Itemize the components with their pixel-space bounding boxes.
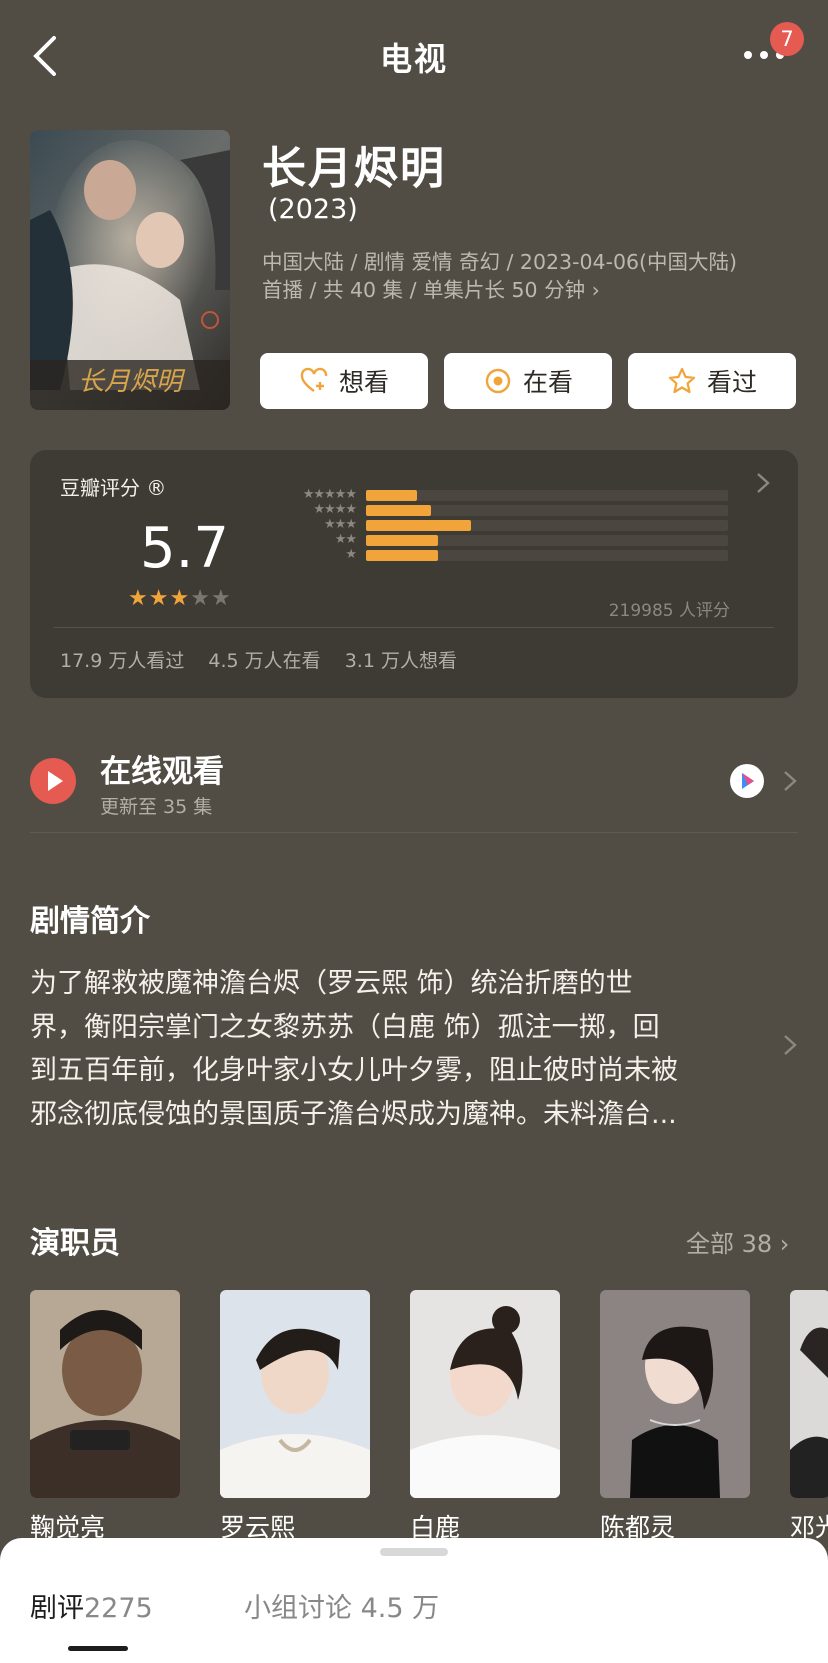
rating-dist-bar	[366, 505, 432, 516]
cast-photo[interactable]	[410, 1290, 560, 1498]
rating-star-icon: ★	[210, 586, 232, 611]
watched-label: 看过	[706, 368, 757, 397]
chevron-right-icon[interactable]	[782, 768, 798, 794]
cast-photo[interactable]	[30, 1290, 180, 1498]
rating-stars: ★★★★★	[128, 586, 232, 611]
rating-dist-track	[366, 535, 728, 546]
divider	[30, 832, 798, 833]
youku-logo-icon[interactable]	[730, 764, 764, 798]
bottom-sheet[interactable]: 剧评2275 小组讨论 4.5 万	[0, 1538, 828, 1663]
tab-reviews[interactable]: 剧评2275	[30, 1586, 153, 1625]
rating-dist-track	[366, 550, 728, 561]
rating-total: 219985 人评分	[608, 601, 730, 621]
rating-dist-stars: ★★	[334, 532, 357, 547]
rating-dist-row: ★	[258, 547, 728, 562]
rating-dist-row: ★★	[258, 532, 728, 547]
rating-dist-row: ★★★★	[258, 502, 728, 517]
watching-count[interactable]: 4.5 万人在看	[208, 650, 320, 672]
chevron-right-icon[interactable]	[782, 1032, 798, 1058]
watch-online-subtitle: 更新至 35 集	[100, 796, 213, 818]
meta-line-1: 中国大陆 / 剧情 爱情 奇幻 / 2023-04-06(中国大陆)	[262, 250, 738, 274]
cast-photo[interactable]	[790, 1290, 828, 1498]
movie-year: (2023)	[268, 194, 358, 225]
rating-dist-row: ★★★	[258, 517, 728, 532]
rating-star-icon: ★	[128, 586, 149, 611]
movie-meta[interactable]: 中国大陆 / 剧情 爱情 奇幻 / 2023-04-06(中国大陆) 首播 / …	[262, 248, 802, 304]
rating-dist-track	[366, 520, 728, 531]
target-icon	[485, 368, 511, 394]
cast-photo[interactable]	[220, 1290, 370, 1498]
rating-label: 豆瓣评分 ®	[60, 476, 167, 500]
rating-star-icon: ★	[148, 586, 170, 611]
audience-counts: 17.9 万人看过 4.5 万人在看 3.1 万人想看	[60, 646, 475, 673]
rating-dist-stars: ★	[345, 547, 357, 562]
watching-label: 在看	[522, 368, 573, 397]
rating-dist-track	[366, 505, 728, 516]
watch-online-title[interactable]: 在线观看	[100, 746, 224, 791]
chevron-right-icon: ›	[591, 278, 600, 302]
poster-image[interactable]: 长月烬明	[30, 130, 230, 410]
watched-button[interactable]: 看过	[628, 353, 796, 409]
chevron-right-icon	[757, 473, 770, 493]
rating-dist-bar	[366, 535, 439, 546]
want-button[interactable]: 想看	[260, 353, 428, 409]
synopsis-text[interactable]: 为了解救被魔神澹台烬（罗云熙 饰）统治折磨的世 界，衡阳宗掌门之女黎苏苏（白鹿 …	[30, 962, 770, 1136]
watching-button[interactable]: 在看	[444, 353, 612, 409]
heart-plus-icon	[300, 367, 328, 392]
want-label: 想看	[338, 368, 389, 397]
rating-star-icon: ★	[169, 586, 191, 611]
tab-indicator	[68, 1646, 128, 1651]
cast-all-link[interactable]: 全部 38 ›	[686, 1224, 789, 1259]
star-icon	[668, 367, 696, 394]
movie-title: 长月烬明	[262, 143, 446, 194]
rating-dist-stars: ★★★	[324, 517, 357, 532]
watched-count[interactable]: 17.9 万人看过	[60, 650, 184, 672]
rating-dist-bar	[366, 490, 417, 501]
rating-dist-stars: ★★★★★	[302, 487, 357, 502]
rating-dist-row: ★★★★★	[258, 487, 728, 502]
rating-star-icon: ★	[190, 586, 211, 611]
cast-title: 演职员	[30, 1226, 120, 1261]
page-title: 电视	[379, 40, 448, 78]
rating-dist-stars: ★★★★	[313, 502, 357, 517]
rating-score: 5.7	[140, 516, 230, 581]
poster-title: 长月烬明	[78, 367, 186, 397]
notification-badge: 7	[770, 22, 804, 56]
divider	[54, 627, 774, 628]
rating-card[interactable]: 豆瓣评分 ® 5.7 ★★★★★ ★★★★★ ★★★★ ★★★ ★★ ★ 219985 …	[30, 450, 798, 698]
drag-handle[interactable]	[380, 1548, 448, 1556]
meta-line-2: 首播 / 共 40 集 / 单集片长 50 分钟 ›	[262, 278, 600, 302]
rating-dist-bar	[366, 520, 471, 531]
want-count[interactable]: 3.1 万人想看	[345, 650, 457, 672]
synopsis-title: 剧情简介	[30, 904, 150, 939]
tab-group-discussion[interactable]: 小组讨论 4.5 万	[244, 1586, 439, 1625]
cast-photo[interactable]	[600, 1290, 750, 1498]
play-icon[interactable]	[30, 758, 76, 804]
rating-dist-track	[366, 490, 728, 501]
rating-dist-bar	[366, 550, 439, 561]
